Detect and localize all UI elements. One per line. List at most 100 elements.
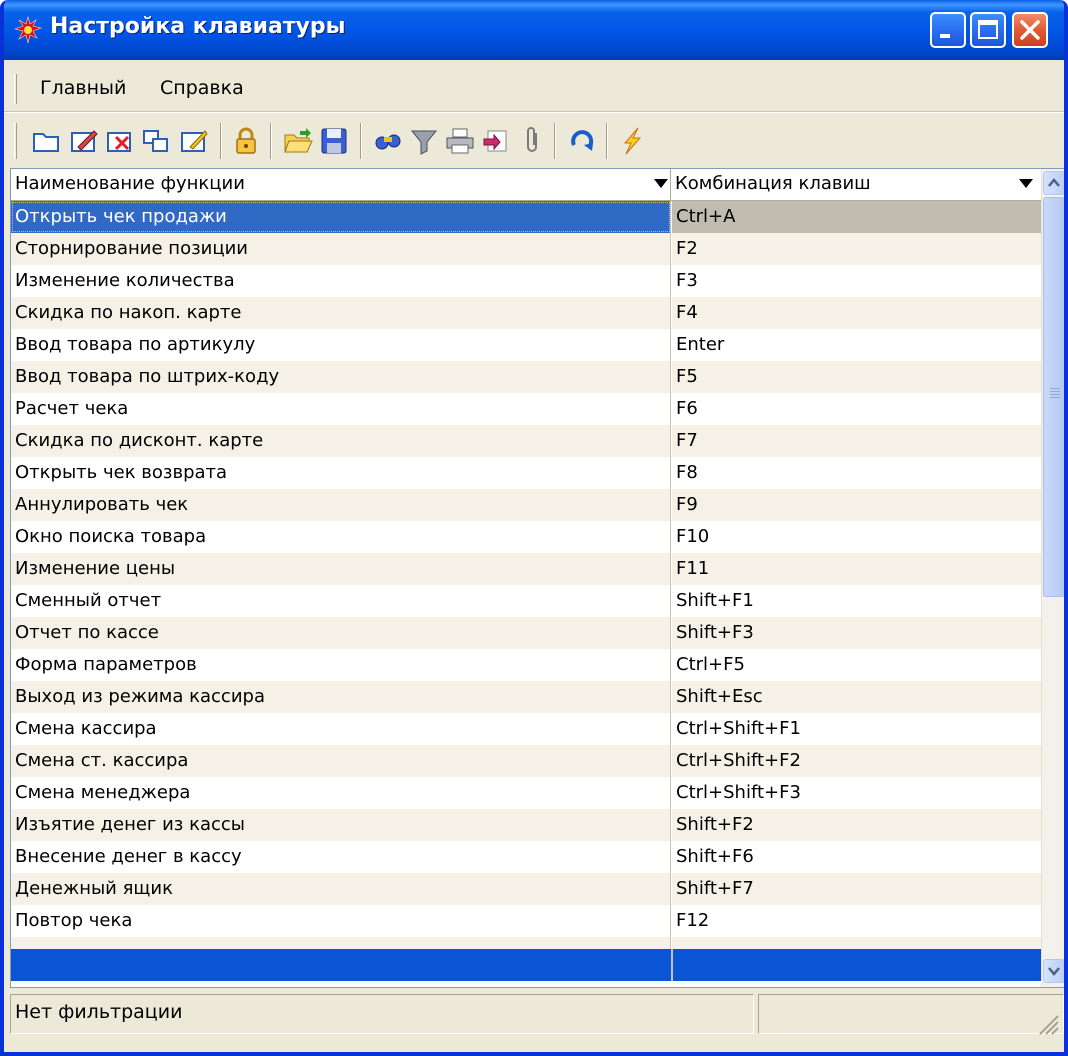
scroll-down-button[interactable] [1043, 959, 1064, 983]
filter-button[interactable] [408, 125, 440, 157]
sort-arrow-icon[interactable] [654, 179, 668, 188]
shortcut-cell[interactable]: Shift+F3 [671, 617, 1041, 649]
table-row[interactable]: Скидка по накоп. карте F4 [11, 297, 1041, 329]
menu-grip[interactable] [14, 74, 17, 104]
scroll-up-button[interactable] [1043, 171, 1064, 195]
refresh-button[interactable] [566, 125, 598, 157]
vertical-scrollbar[interactable] [1041, 169, 1064, 987]
shortcut-cell[interactable]: Shift+Esc [671, 681, 1041, 713]
shortcut-cell[interactable]: F5 [671, 361, 1041, 393]
new-button[interactable] [30, 125, 62, 157]
function-cell[interactable]: Сторнирование позиции [11, 233, 671, 265]
function-cell[interactable]: Повтор чека [11, 905, 671, 937]
table-row[interactable]: Изменение количества F3 [11, 265, 1041, 297]
table-row[interactable]: Изъятие денег из кассы Shift+F2 [11, 809, 1041, 841]
toolbar-grip[interactable] [14, 123, 17, 159]
edit-lightning-button[interactable] [178, 125, 210, 157]
function-cell[interactable]: Расчет чека [11, 393, 671, 425]
table-row[interactable]: Ввод товара по артикулу Enter [11, 329, 1041, 361]
function-cell[interactable]: Денежный ящик [11, 873, 671, 905]
shortcut-cell[interactable]: F12 [671, 905, 1041, 937]
edit-button[interactable] [68, 125, 100, 157]
shortcut-cell[interactable]: F4 [671, 297, 1041, 329]
function-cell[interactable]: Изменение цены [11, 553, 671, 585]
table-row[interactable]: Открыть чек возврата F8 [11, 457, 1041, 489]
table-row[interactable]: Расчет чека F6 [11, 393, 1041, 425]
shortcut-cell[interactable]: Ctrl+A [671, 201, 1041, 233]
table-row[interactable]: Форма параметров Ctrl+F5 [11, 649, 1041, 681]
search-button[interactable] [372, 125, 404, 157]
function-cell[interactable]: Изъятие денег из кассы [11, 809, 671, 841]
table-row[interactable]: Изменение цены F11 [11, 553, 1041, 585]
lightning-button[interactable] [616, 125, 648, 157]
function-cell[interactable]: Форма параметров [11, 649, 671, 681]
function-cell[interactable]: Скидка по дисконт. карте [11, 425, 671, 457]
table-row[interactable]: Внесение денег в кассу Shift+F6 [11, 841, 1041, 873]
shortcut-cell[interactable]: Ctrl+Shift+F1 [671, 713, 1041, 745]
shortcut-cell[interactable]: Shift+F7 [671, 873, 1041, 905]
table-row[interactable]: Смена ст. кассира Ctrl+Shift+F2 [11, 745, 1041, 777]
table-row[interactable]: Открыть чек продажи Ctrl+A [11, 201, 1041, 233]
function-cell[interactable]: Аннулировать чек [11, 489, 671, 521]
shortcut-cell[interactable]: F11 [671, 553, 1041, 585]
column-header-shortcut[interactable]: Комбинация клавиш [671, 169, 1041, 201]
shortcut-cell[interactable]: F8 [671, 457, 1041, 489]
table-row[interactable]: Аннулировать чек F9 [11, 489, 1041, 521]
function-cell[interactable]: Смена кассира [11, 713, 671, 745]
title-bar[interactable]: Настройка клавиатуры [4, 0, 1064, 60]
maximize-button[interactable] [970, 12, 1006, 48]
shortcut-cell[interactable]: F3 [671, 265, 1041, 297]
table-row[interactable]: Смена менеджера Ctrl+Shift+F3 [11, 777, 1041, 809]
table-row[interactable]: Денежный ящик Shift+F7 [11, 873, 1041, 905]
table-row[interactable]: Скидка по дисконт. карте F7 [11, 425, 1041, 457]
column-header-function[interactable]: Наименование функции [11, 169, 671, 201]
function-cell[interactable]: Изменение количества [11, 265, 671, 297]
save-button[interactable] [318, 125, 350, 157]
function-cell[interactable]: Смена ст. кассира [11, 745, 671, 777]
print-button[interactable] [444, 125, 476, 157]
function-cell[interactable]: Смена менеджера [11, 777, 671, 809]
function-cell[interactable]: Окно поиска товара [11, 521, 671, 553]
minimize-button[interactable] [930, 12, 966, 48]
shortcut-cell[interactable]: Ctrl+F5 [671, 649, 1041, 681]
shortcut-cell[interactable]: F2 [671, 233, 1041, 265]
shortcut-cell[interactable]: Shift+F1 [671, 585, 1041, 617]
table-row[interactable]: Сторнирование позиции F2 [11, 233, 1041, 265]
shortcut-cell[interactable]: Enter [671, 329, 1041, 361]
function-cell[interactable]: Выход из режима кассира [11, 681, 671, 713]
menu-help[interactable]: Справка [160, 77, 244, 99]
table-row[interactable]: Сменный отчет Shift+F1 [11, 585, 1041, 617]
open-button[interactable] [282, 125, 314, 157]
table-row[interactable]: Окно поиска товара F10 [11, 521, 1041, 553]
delete-button[interactable] [104, 125, 136, 157]
resize-grip-icon[interactable] [1034, 1010, 1060, 1036]
table-row[interactable]: Смена кассира Ctrl+Shift+F1 [11, 713, 1041, 745]
shortcut-cell[interactable]: Shift+F6 [671, 841, 1041, 873]
function-cell[interactable]: Ввод товара по штрих-коду [11, 361, 671, 393]
lock-button[interactable] [230, 125, 262, 157]
function-cell[interactable]: Открыть чек возврата [11, 457, 671, 489]
function-cell[interactable]: Внесение денег в кассу [11, 841, 671, 873]
table-row[interactable]: Ввод товара по штрих-коду F5 [11, 361, 1041, 393]
table-row[interactable]: Повтор чека F12 [11, 905, 1041, 937]
attach-button[interactable] [516, 125, 548, 157]
function-cell[interactable]: Ввод товара по артикулу [11, 329, 671, 361]
shortcut-cell[interactable]: Ctrl+Shift+F2 [671, 745, 1041, 777]
copy-button[interactable] [140, 125, 172, 157]
scroll-thumb[interactable] [1043, 197, 1064, 597]
function-cell[interactable]: Сменный отчет [11, 585, 671, 617]
table-row[interactable]: Выход из режима кассира Shift+Esc [11, 681, 1041, 713]
shortcut-cell[interactable]: F6 [671, 393, 1041, 425]
table-row[interactable]: Отчет по кассе Shift+F3 [11, 617, 1041, 649]
shortcut-cell[interactable]: Ctrl+Shift+F3 [671, 777, 1041, 809]
function-cell[interactable]: Отчет по кассе [11, 617, 671, 649]
function-cell[interactable]: Скидка по накоп. карте [11, 297, 671, 329]
shortcut-cell[interactable]: F9 [671, 489, 1041, 521]
shortcut-cell[interactable]: F10 [671, 521, 1041, 553]
menu-main[interactable]: Главный [40, 77, 126, 99]
shortcut-cell[interactable]: Shift+F2 [671, 809, 1041, 841]
sort-arrow-icon[interactable] [1019, 179, 1033, 188]
close-button[interactable] [1012, 12, 1048, 48]
function-cell[interactable]: Открыть чек продажи [11, 201, 671, 233]
export-button[interactable] [480, 125, 512, 157]
